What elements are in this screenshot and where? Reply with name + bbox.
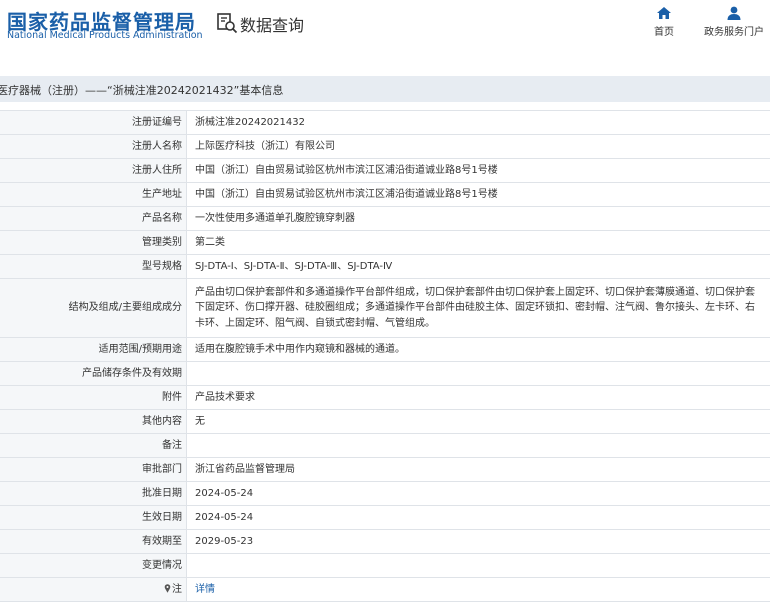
row-key-note: 注 xyxy=(0,577,187,602)
header: 国家药品监督管理局 National Medical Products Admi… xyxy=(0,0,770,60)
row-value: 第二类 xyxy=(186,230,770,255)
details-link[interactable]: 详情 xyxy=(195,584,215,595)
row-value: 浙江省药品监督管理局 xyxy=(186,457,770,482)
data-query-title: 数据查询 xyxy=(240,16,305,35)
row-key: 有效期至 xyxy=(0,529,187,554)
nav-gov-service-portal[interactable]: 政务服务门户 xyxy=(702,6,766,38)
table-row: 审批部门 浙江省药品监督管理局 xyxy=(0,457,770,482)
home-icon xyxy=(657,7,671,19)
row-key: 注册人名称 xyxy=(0,134,187,159)
row-value xyxy=(186,361,770,386)
table-row: 有效期至 2029-05-23 xyxy=(0,529,770,554)
row-value: 适用在腹腔镜手术中用作内窥镜和器械的通道。 xyxy=(186,337,770,362)
table-row: 注册人名称 上际医疗科技（浙江）有限公司 xyxy=(0,134,770,159)
row-key: 注册证编号 xyxy=(0,110,187,135)
nav-gov-service-portal-label: 政务服务门户 xyxy=(704,27,764,38)
detail-table: 注册证编号 浙械注准20242021432 注册人名称 上际医疗科技（浙江）有限… xyxy=(0,110,770,602)
table-row: 备注 xyxy=(0,433,770,458)
table-row: 产品名称 一次性使用多通道单孔腹腔镜穿刺器 xyxy=(0,206,770,231)
row-key: 产品名称 xyxy=(0,206,187,231)
row-value: 上际医疗科技（浙江）有限公司 xyxy=(186,134,770,159)
logo-subtitle: National Medical Products Administration xyxy=(7,30,203,41)
table-row: 型号规格 SJ-DTA-Ⅰ、SJ-DTA-Ⅱ、SJ-DTA-Ⅲ、SJ-DTA-Ⅳ xyxy=(0,254,770,279)
nav-home[interactable]: 首页 xyxy=(651,6,677,38)
record-title-band: 医疗器械（注册）——“浙械注准20242021432”基本信息 xyxy=(0,76,770,102)
row-key: 批准日期 xyxy=(0,481,187,506)
table-row: 附件 产品技术要求 xyxy=(0,385,770,410)
row-key-label: 注 xyxy=(172,583,182,595)
row-key: 注册人住所 xyxy=(0,158,187,183)
row-key: 产品储存条件及有效期 xyxy=(0,361,187,386)
row-value: 2024-05-24 xyxy=(186,481,770,506)
table-row: 批准日期 2024-05-24 xyxy=(0,481,770,506)
row-key: 审批部门 xyxy=(0,457,187,482)
row-value: 详情 xyxy=(186,577,770,602)
table-row: 管理类别 第二类 xyxy=(0,230,770,255)
pin-icon xyxy=(164,583,171,593)
row-value: 无 xyxy=(186,409,770,434)
row-value: 浙械注准20242021432 xyxy=(186,110,770,135)
row-key: 备注 xyxy=(0,433,187,458)
row-value xyxy=(186,553,770,578)
row-value: 2024-05-24 xyxy=(186,505,770,530)
row-key: 其他内容 xyxy=(0,409,187,434)
row-key: 管理类别 xyxy=(0,230,187,255)
table-row: 注册证编号 浙械注准20242021432 xyxy=(0,110,770,135)
page: 国家药品监督管理局 National Medical Products Admi… xyxy=(0,0,770,611)
row-value: SJ-DTA-Ⅰ、SJ-DTA-Ⅱ、SJ-DTA-Ⅲ、SJ-DTA-Ⅳ xyxy=(186,254,770,279)
table-row: 变更情况 xyxy=(0,553,770,578)
row-value: 中国（浙江）自由贸易试验区杭州市滨江区浦沿街道诚业路8号1号楼 xyxy=(186,182,770,207)
record-title: 医疗器械（注册）——“浙械注准20242021432”基本信息 xyxy=(0,84,284,97)
row-key: 生产地址 xyxy=(0,182,187,207)
table-row: 生效日期 2024-05-24 xyxy=(0,505,770,530)
row-key: 结构及组成/主要组成成分 xyxy=(0,278,187,338)
data-query-icon xyxy=(217,13,238,34)
table-row: 结构及组成/主要组成成分 产品由切口保护套部件和多通道操作平台部件组成，切口保护… xyxy=(0,278,770,338)
row-key: 变更情况 xyxy=(0,553,187,578)
row-value xyxy=(186,433,770,458)
user-icon xyxy=(727,6,741,20)
row-key: 生效日期 xyxy=(0,505,187,530)
row-value: 2029-05-23 xyxy=(186,529,770,554)
row-key: 适用范围/预期用途 xyxy=(0,337,187,362)
row-value: 产品技术要求 xyxy=(186,385,770,410)
row-value: 产品由切口保护套部件和多通道操作平台部件组成，切口保护套部件由切口保护套上固定环… xyxy=(186,278,770,338)
row-key: 附件 xyxy=(0,385,187,410)
row-key: 型号规格 xyxy=(0,254,187,279)
row-value: 中国（浙江）自由贸易试验区杭州市滨江区浦沿街道诚业路8号1号楼 xyxy=(186,158,770,183)
table-row: 注册人住所 中国（浙江）自由贸易试验区杭州市滨江区浦沿街道诚业路8号1号楼 xyxy=(0,158,770,183)
table-row: 注 详情 xyxy=(0,577,770,602)
table-row: 生产地址 中国（浙江）自由贸易试验区杭州市滨江区浦沿街道诚业路8号1号楼 xyxy=(0,182,770,207)
table-row: 适用范围/预期用途 适用在腹腔镜手术中用作内窥镜和器械的通道。 xyxy=(0,337,770,362)
nav-home-label: 首页 xyxy=(654,27,674,38)
row-value: 一次性使用多通道单孔腹腔镜穿刺器 xyxy=(186,206,770,231)
table-row: 其他内容 无 xyxy=(0,409,770,434)
table-row: 产品储存条件及有效期 xyxy=(0,361,770,386)
